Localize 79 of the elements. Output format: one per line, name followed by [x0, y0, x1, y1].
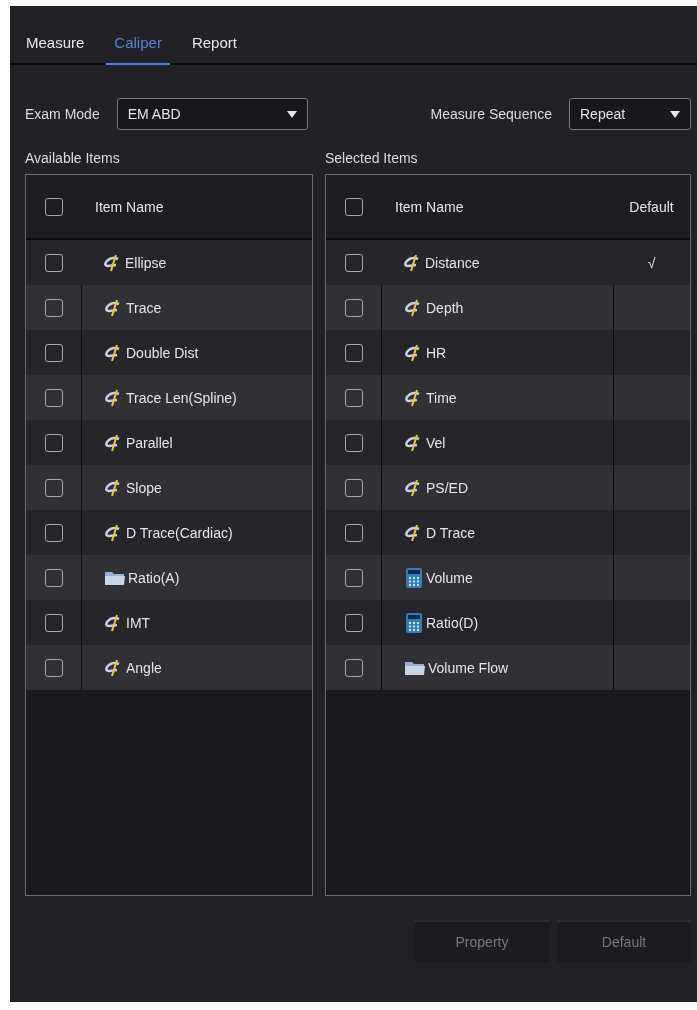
tab[interactable]: Measure: [18, 24, 93, 65]
measure-sequence-dropdown[interactable]: Repeat: [569, 98, 691, 130]
item-row[interactable]: Distance √: [326, 240, 690, 285]
column-header: Default: [629, 198, 674, 215]
item-row[interactable]: Time: [326, 375, 690, 420]
exam-mode-dropdown[interactable]: EM ABD: [116, 98, 308, 130]
item-row[interactable]: HR: [326, 330, 690, 375]
calculator-icon: [404, 566, 424, 589]
item-row[interactable]: Vel: [326, 420, 690, 465]
item-checkbox[interactable]: [44, 613, 63, 632]
item-row[interactable]: D Trace(Cardiac): [26, 510, 312, 555]
item-checkbox[interactable]: [344, 658, 363, 677]
item-row[interactable]: Double Dist: [26, 330, 312, 375]
item-row[interactable]: Volume Flow: [326, 645, 690, 690]
calculator-icon: [404, 611, 424, 634]
item-name: Slope: [104, 478, 162, 497]
item-row[interactable]: Trace Len(Spline): [26, 375, 312, 420]
item-checkbox[interactable]: [344, 613, 363, 632]
field-label: Exam Mode: [25, 106, 100, 122]
caret-icon: [286, 110, 297, 118]
item-checkbox[interactable]: [44, 478, 63, 497]
item-row[interactable]: Angle: [26, 645, 312, 690]
item-row[interactable]: Parallel: [26, 420, 312, 465]
item-checkbox[interactable]: [344, 433, 363, 452]
item-row[interactable]: Trace: [26, 285, 312, 330]
caret-icon: [670, 110, 680, 118]
default-mark: √: [647, 254, 656, 271]
item-name: Trace Len(Spline): [104, 388, 237, 407]
item-checkbox[interactable]: [44, 568, 63, 587]
item-checkbox[interactable]: [344, 253, 363, 272]
item-row[interactable]: D Trace: [326, 510, 690, 555]
item-checkbox[interactable]: [44, 343, 63, 362]
field-label: Measure Sequence: [430, 106, 552, 122]
item-name: Volume: [404, 566, 473, 589]
item-row[interactable]: IMT: [26, 600, 312, 645]
item-checkbox[interactable]: [344, 478, 363, 497]
item-row[interactable]: Depth: [326, 285, 690, 330]
item-name: Time: [404, 388, 457, 407]
item-name: Angle: [104, 658, 162, 677]
item-name: HR: [404, 343, 447, 362]
item-checkbox[interactable]: [44, 433, 63, 452]
item-name: Ellipse: [103, 253, 167, 272]
item-checkbox[interactable]: [344, 343, 363, 362]
item-checkbox[interactable]: [344, 568, 363, 587]
item-row[interactable]: Volume: [326, 555, 690, 600]
item-name: IMT: [104, 613, 151, 632]
item-name: PS/ED: [404, 478, 468, 497]
item-name: Volume Flow: [404, 658, 509, 677]
select-all-checkbox[interactable]: [44, 197, 63, 216]
column-header: Item Name: [395, 198, 464, 215]
item-checkbox[interactable]: [44, 523, 63, 542]
item-row[interactable]: Slope: [26, 465, 312, 510]
item-checkbox[interactable]: [44, 298, 63, 317]
column-header: Item Name: [95, 198, 164, 215]
item-checkbox[interactable]: [44, 658, 63, 677]
item-checkbox[interactable]: [44, 253, 63, 272]
item-row[interactable]: PS/ED: [326, 465, 690, 510]
select-all-checkbox[interactable]: [344, 197, 363, 216]
item-name: Trace: [104, 298, 162, 317]
list-title: Available Items: [25, 150, 120, 166]
item-name: Distance: [403, 253, 480, 272]
item-name: Vel: [404, 433, 446, 452]
tab[interactable]: Report: [183, 24, 245, 65]
item-name: Depth: [404, 298, 464, 317]
item-row[interactable]: Ratio(D): [326, 600, 690, 645]
item-row[interactable]: Ellipse: [26, 240, 312, 285]
tab[interactable]: Caliper: [106, 24, 170, 65]
list-title: Selected Items: [325, 150, 418, 166]
item-checkbox[interactable]: [344, 388, 363, 407]
item-name: Ratio(D): [404, 611, 479, 634]
item-checkbox[interactable]: [344, 523, 363, 542]
item-name: Double Dist: [104, 343, 199, 362]
item-name: D Trace(Cardiac): [104, 523, 233, 542]
item-checkbox[interactable]: [44, 388, 63, 407]
item-name: Ratio(A): [104, 568, 180, 587]
item-name: D Trace: [404, 523, 475, 542]
item-row[interactable]: Ratio(A): [26, 555, 312, 600]
item-checkbox[interactable]: [344, 298, 363, 317]
item-name: Parallel: [104, 433, 173, 452]
